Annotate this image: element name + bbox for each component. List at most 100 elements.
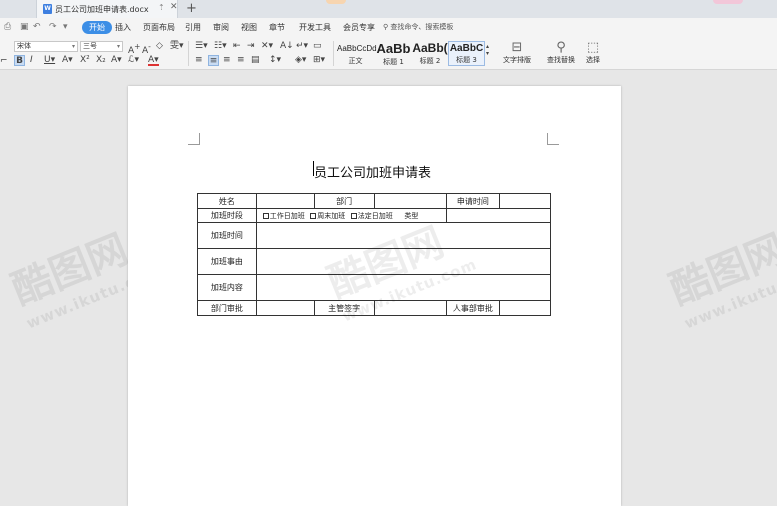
- style-heading-3[interactable]: AaBbC 标题 3: [448, 41, 485, 66]
- menu-review[interactable]: 审阅: [213, 22, 229, 33]
- style-heading-2-label: 标题 2: [419, 57, 441, 65]
- style-normal[interactable]: AaBbCcDd 正文: [337, 41, 377, 66]
- magnifier-icon: ⚲: [556, 40, 566, 55]
- clear-format-icon[interactable]: ◇: [156, 41, 163, 52]
- apply-time-label: 申请时间: [445, 193, 501, 209]
- option-weekend-label: 周末加班: [317, 211, 346, 220]
- document-title[interactable]: 员工公司加班申请表: [314, 162, 431, 181]
- sort-icon[interactable]: A↓: [280, 41, 294, 52]
- chinese-layout-icon[interactable]: ✕▾: [261, 41, 273, 52]
- find-replace-label: 查找替换: [547, 56, 575, 64]
- styles-scroll-icon[interactable]: ▴ ▾: [486, 43, 489, 57]
- option-workday[interactable]: 工作日加班: [262, 211, 305, 220]
- content-label: 加班内容: [197, 274, 257, 301]
- numbered-list-icon[interactable]: ☷▾: [214, 41, 227, 52]
- more-icon[interactable]: ▾: [63, 22, 68, 32]
- apply-time-cell[interactable]: [499, 193, 551, 209]
- table-row: 加班事由: [197, 248, 552, 275]
- phonetic-icon[interactable]: 雯▾: [170, 41, 184, 52]
- text-layout-label: 文字排版: [503, 56, 531, 64]
- style-heading-2-sample: AaBb(: [412, 41, 448, 55]
- format-painter-icon[interactable]: ⌐: [0, 56, 8, 67]
- line-spacing-icon[interactable]: ↕▾: [269, 55, 281, 66]
- underline-button[interactable]: U▾: [44, 55, 55, 66]
- increase-indent-icon[interactable]: ⇥: [247, 41, 255, 52]
- align-left-icon[interactable]: ≡: [195, 55, 203, 66]
- strikethrough-icon[interactable]: A▾: [62, 55, 73, 66]
- dept-label: 部门: [313, 193, 375, 209]
- select-button[interactable]: ⬚ 选择: [580, 40, 606, 65]
- font-name-value: 宋体: [17, 42, 31, 50]
- undo-icon[interactable]: ↶: [33, 22, 41, 32]
- close-tab-icon[interactable]: ✕: [170, 2, 178, 12]
- overtime-time-cell[interactable]: [255, 222, 552, 249]
- text-layout-icon: ⊟: [511, 40, 523, 55]
- align-right-icon[interactable]: ≡: [223, 55, 231, 66]
- menu-references[interactable]: 引用: [185, 22, 201, 33]
- document-tab[interactable]: W 员工公司加班申请表.docx ⇡ ✕: [36, 0, 178, 18]
- superscript-icon[interactable]: X²: [80, 55, 90, 66]
- reason-label: 加班事由: [197, 248, 257, 275]
- option-workday-label: 工作日加班: [269, 211, 305, 220]
- dept-approval-cell[interactable]: [255, 300, 315, 316]
- redo-icon[interactable]: ↷: [49, 22, 57, 32]
- menu-chapter[interactable]: 章节: [269, 22, 285, 33]
- menu-developer[interactable]: 开发工具: [299, 22, 331, 33]
- content-cell[interactable]: [255, 274, 552, 301]
- option-holiday-label: 法定日加班: [357, 211, 393, 220]
- period-options-cell[interactable]: 工作日加班 周末加班 法定日加班 类型: [255, 208, 447, 223]
- overtime-form-table[interactable]: 姓名 部门 申请时间 加班时段 工作日加班 周末加班 法定日加班 类型 加班时间…: [197, 193, 552, 316]
- find-replace-button[interactable]: ⚲ 查找替换: [541, 40, 581, 65]
- align-center-icon[interactable]: ≡: [208, 55, 219, 66]
- option-holiday[interactable]: 法定日加班: [350, 211, 393, 220]
- highlight-icon[interactable]: ℒ▾: [128, 55, 139, 66]
- show-marks-icon[interactable]: ↵▾: [296, 41, 308, 52]
- shrink-font-icon[interactable]: A-: [142, 41, 151, 56]
- menu-view[interactable]: 视图: [241, 22, 257, 33]
- table-grid-icon[interactable]: ▭: [313, 41, 322, 52]
- save-icon[interactable]: ▣: [20, 22, 29, 32]
- menu-page-layout[interactable]: 页面布局: [143, 22, 175, 33]
- font-size-select[interactable]: 三号 ▾: [80, 41, 123, 52]
- divider: [333, 41, 334, 66]
- table-row: 加班内容: [197, 274, 552, 301]
- bullet-list-icon[interactable]: ☰▾: [195, 41, 208, 52]
- style-heading-2[interactable]: AaBb( 标题 2: [412, 41, 448, 66]
- menu-home[interactable]: 开始: [82, 21, 112, 34]
- shading-icon[interactable]: ◈▾: [295, 55, 306, 66]
- print-icon[interactable]: ⎙: [4, 22, 11, 32]
- font-color-icon[interactable]: A▾: [148, 55, 159, 66]
- new-tab-button[interactable]: +: [186, 1, 197, 17]
- font-name-select[interactable]: 宋体 ▾: [14, 41, 78, 52]
- margin-corner-mark: [547, 133, 559, 145]
- ribbon-toolbar: ⌐ 宋体 ▾ 三号 ▾ A+ A- ◇ 雯▾ B I U▾ A▾ X² X₂ A…: [0, 37, 777, 70]
- type-cell[interactable]: [445, 208, 552, 223]
- borders-icon[interactable]: ⊞▾: [313, 55, 325, 66]
- command-search[interactable]: ⚲ 查找命令、搜索模板: [383, 21, 463, 34]
- menu-insert[interactable]: 插入: [115, 22, 131, 33]
- pin-tab-icon[interactable]: ⇡: [158, 3, 165, 12]
- document-page[interactable]: 员工公司加班申请表 姓名 部门 申请时间 加班时段 工作日加班 周末加班 法定日…: [128, 86, 621, 506]
- style-normal-label: 正文: [348, 57, 363, 65]
- name-cell[interactable]: [255, 193, 315, 209]
- supervisor-sign-cell[interactable]: [373, 300, 447, 316]
- italic-button[interactable]: I: [30, 55, 33, 66]
- distribute-icon[interactable]: ▤: [251, 55, 260, 66]
- style-normal-sample: AaBbCcDd: [337, 44, 377, 53]
- justify-icon[interactable]: ≡: [237, 55, 245, 66]
- style-heading-1[interactable]: AaBb 标题 1: [375, 41, 412, 66]
- menu-member[interactable]: 会员专享: [343, 22, 375, 33]
- bold-button[interactable]: B: [14, 55, 25, 66]
- dept-cell[interactable]: [373, 193, 447, 209]
- hr-approval-cell[interactable]: [499, 300, 551, 316]
- menu-bar: ⎙ ▣ ↶ ↷ ▾ 开始 插入 页面布局 引用 审阅 视图 章节 开发工具 会员…: [0, 18, 777, 37]
- grow-font-icon[interactable]: A+: [128, 41, 140, 56]
- subscript-icon[interactable]: X₂: [96, 55, 106, 66]
- word-doc-icon: W: [43, 4, 52, 14]
- table-row: 部门审批 主管签字 人事部审批: [197, 300, 551, 316]
- text-effect-icon[interactable]: A▾: [111, 55, 122, 66]
- text-layout-button[interactable]: ⊟ 文字排版: [498, 40, 536, 65]
- option-weekend[interactable]: 周末加班: [310, 212, 345, 220]
- reason-cell[interactable]: [255, 248, 552, 275]
- decrease-indent-icon[interactable]: ⇤: [233, 41, 241, 52]
